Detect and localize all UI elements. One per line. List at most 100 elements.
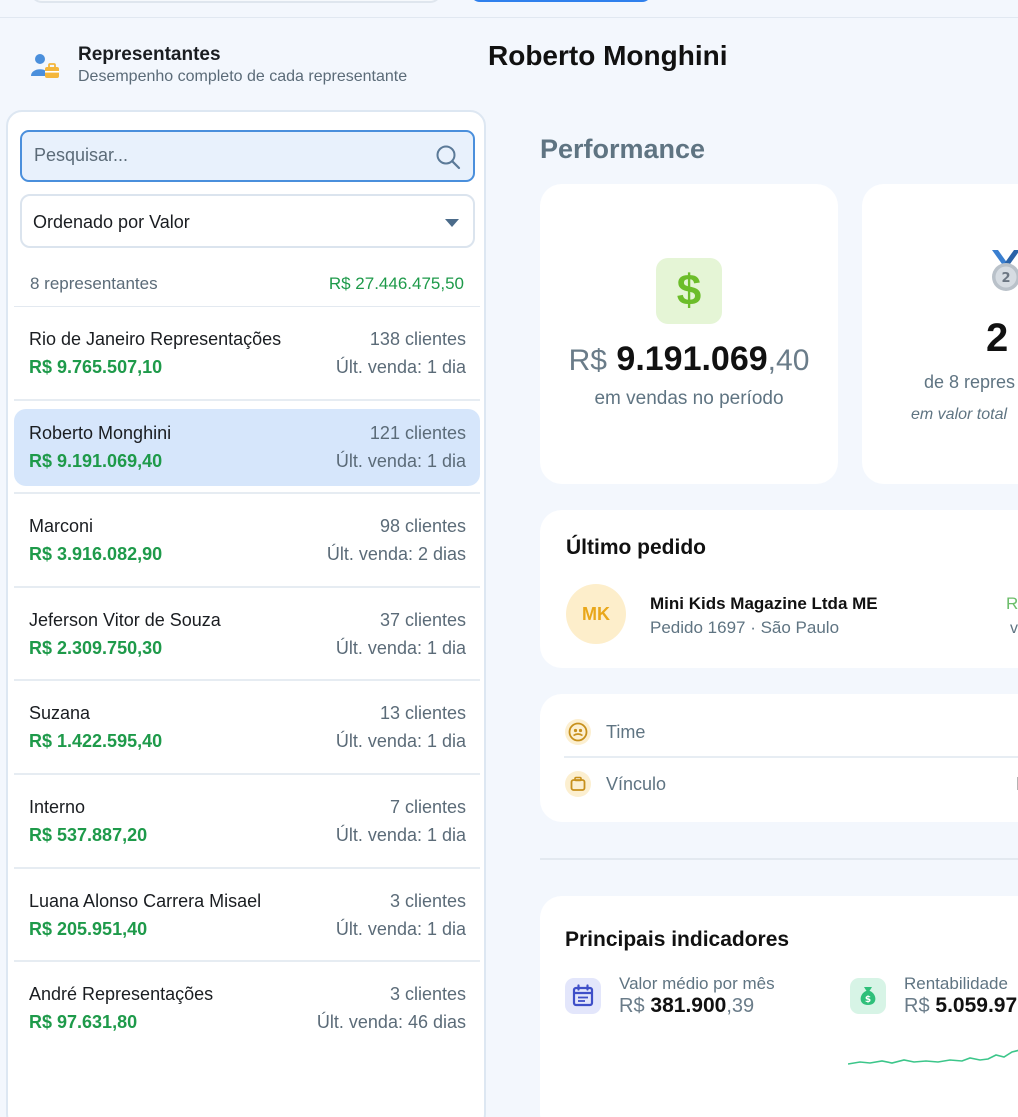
sales-integer: 9.191.069 [616, 340, 768, 378]
indicators-title: Principais indicadores [565, 928, 790, 951]
rep-clients: 3 clientes [389, 984, 466, 1005]
rep-clients: 7 clientes [389, 796, 466, 817]
sales-card: $ R$ 9.191.069,40 em vendas no período [540, 184, 838, 484]
info-card: Time Vínculo I [540, 694, 1018, 822]
avatar: MK [566, 584, 626, 644]
order-date-truncated: v [1010, 620, 1018, 637]
svg-text:2: 2 [1001, 271, 1010, 286]
list-item[interactable]: Luana Alonso Carrera Misael 3 clientes R… [14, 869, 480, 963]
sort-label: Ordenado por Valor [33, 212, 190, 232]
sales-value: R$ 9.191.069,40 [540, 340, 838, 379]
rep-name: Roberto Monghini [29, 422, 172, 443]
profitability-value: R$ 5.059.97 [904, 994, 1017, 1018]
rep-amount: R$ 537.887,20 [29, 824, 148, 845]
rep-name: Jeferson Vitor de Souza [29, 609, 221, 630]
rep-last-sale: Últ. venda: 1 dia [335, 637, 466, 658]
list-item[interactable]: Jeferson Vitor de Souza 37 clientes R$ 2… [14, 588, 480, 682]
rep-clients: 138 clientes [369, 329, 466, 349]
rep-amount: R$ 9.191.069,40 [29, 450, 163, 471]
rep-amount: R$ 9.765.507,10 [29, 357, 163, 377]
rep-clients: 13 clientes [379, 703, 466, 724]
rep-last-sale: Últ. venda: 1 dia [335, 731, 466, 752]
silver-medal-icon: 2 [992, 250, 1018, 291]
rank-card: 2 2 de 8 repres em valor total [862, 184, 1018, 484]
rep-name: Interno [29, 796, 86, 817]
rank-position: 2 [986, 316, 1009, 360]
monthly-integer: 381.900 [650, 994, 727, 1017]
rep-clients: 121 clientes [369, 422, 466, 443]
monthly-average-label: Valor médio por mês [619, 974, 775, 993]
representatives-icon [31, 54, 59, 78]
rep-amount: R$ 2.309.750,30 [29, 637, 163, 658]
list-item[interactable]: Marconi 98 clientes R$ 3.916.082,90 Últ.… [14, 494, 480, 588]
top-bar [0, 0, 1018, 18]
section-title: Representantes [78, 44, 221, 65]
money-bag-icon: $ [860, 987, 876, 1005]
team-row: Time [564, 706, 1018, 758]
rep-clients: 98 clientes [379, 516, 466, 537]
rep-clients: 37 clientes [379, 609, 466, 630]
link-row: Vínculo I [564, 758, 1018, 810]
order-client-name: Mini Kids Magazine Ltda ME [650, 594, 878, 613]
sales-decimal: ,40 [767, 344, 810, 377]
rep-last-sale: Últ. venda: 1 dia [335, 824, 466, 845]
divider [540, 858, 1018, 860]
chevron-down-icon [445, 219, 459, 227]
top-search-pill[interactable] [30, 0, 442, 3]
money-bag-icon-box: $ [850, 978, 886, 1014]
dollar-icon: $ [656, 258, 722, 324]
profit-currency: R$ [904, 995, 930, 1017]
rep-last-sale: Últ. venda: 2 dias [326, 544, 466, 565]
list-item[interactable]: Suzana 13 clientes R$ 1.422.595,40 Últ. … [14, 681, 480, 775]
monthly-decimal: ,39 [726, 995, 755, 1017]
search-input[interactable] [34, 132, 424, 179]
rep-last-sale: Últ. venda: 46 dias [316, 1012, 466, 1033]
list-summary: 8 representantes R$ 27.446.475,50 [30, 274, 464, 298]
rep-clients: 3 clientes [389, 890, 466, 911]
last-order-title: Último pedido [566, 536, 706, 559]
rep-name: Rio de Janeiro Representações [29, 329, 282, 349]
selected-highlight [14, 408, 480, 486]
list-item-selected[interactable]: Roberto Monghini 121 clientes R$ 9.191.0… [14, 401, 480, 495]
rep-amount: R$ 1.422.595,40 [29, 731, 163, 752]
profitability-sparkline [848, 1049, 1018, 1065]
team-label: Time [606, 722, 646, 742]
rep-amount: R$ 97.631,80 [29, 1012, 138, 1033]
list-item[interactable]: Interno 7 clientes R$ 537.887,20 Últ. ve… [14, 775, 480, 869]
profit-integer: 5.059.97 [935, 994, 1018, 1017]
rep-name: André Representações [29, 984, 214, 1005]
performance-title: Performance [540, 134, 706, 164]
search-icon[interactable] [435, 144, 461, 170]
monthly-average-value: R$ 381.900,39 [619, 994, 754, 1018]
last-order-card[interactable]: Último pedido MK Mini Kids Magazine Ltda… [540, 510, 1018, 668]
briefcase-icon [565, 771, 591, 797]
selected-representative-name: Roberto Monghini [488, 40, 728, 71]
svg-text:$: $ [865, 995, 871, 1005]
rep-amount: R$ 205.951,40 [29, 918, 148, 939]
monthly-currency: R$ [619, 995, 645, 1017]
search-box[interactable] [20, 130, 475, 182]
section-subtitle: Desempenho completo de cada representant… [78, 68, 408, 85]
list-item[interactable]: André Representações 3 clientes R$ 97.63… [14, 962, 480, 1056]
list-item[interactable]: Rio de Janeiro Representações 138 client… [14, 307, 480, 401]
rep-last-sale: Últ. venda: 1 dia [335, 450, 466, 471]
rep-amount: R$ 3.916.082,90 [29, 544, 163, 565]
order-detail: Pedido 1697 · São Paulo [650, 618, 840, 637]
rep-last-sale: Últ. venda: 1 dia [335, 918, 466, 939]
indicators-card: Principais indicadores Valor médio por m… [540, 896, 1018, 1117]
sales-caption: em vendas no período [594, 388, 784, 409]
representatives-total: R$ 27.446.475,50 [328, 274, 464, 293]
sort-select[interactable]: Ordenado por Valor [20, 194, 475, 248]
calendar-icon-box [565, 978, 601, 1014]
sales-currency: R$ [568, 344, 607, 377]
rank-basis-label: em valor total [911, 406, 1008, 423]
order-value-truncated: R [1006, 594, 1018, 613]
top-primary-button[interactable] [470, 0, 652, 2]
link-label: Vínculo [606, 774, 667, 794]
rank-of-label: de 8 repres [924, 372, 1016, 392]
profitability-label: Rentabilidade [904, 974, 1008, 993]
section-header: Representantes Desempenho completo de ca… [30, 44, 470, 88]
representatives-count: 8 representantes [30, 274, 158, 293]
rep-name: Suzana [29, 703, 91, 724]
calendar-icon [572, 984, 594, 1007]
